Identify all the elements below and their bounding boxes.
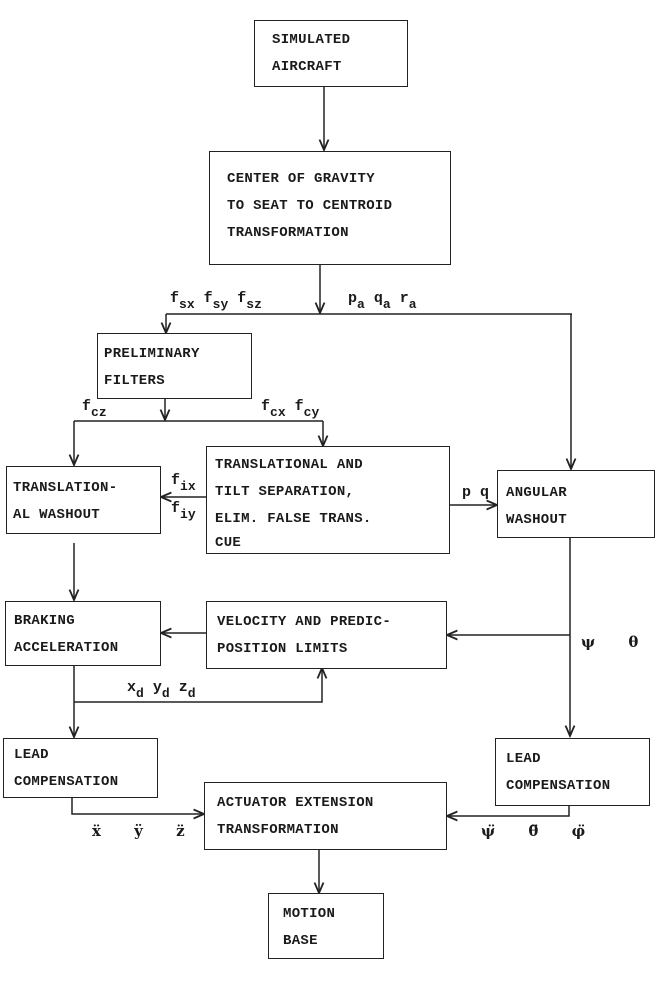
- block-motion-base: MOTION BASE: [268, 893, 384, 959]
- symbol: q: [373, 290, 383, 307]
- block-text: ANGULAR: [506, 485, 567, 501]
- symbol: r: [399, 290, 409, 307]
- subscript: sy: [212, 297, 229, 312]
- label-angular-rates: pa qa ra: [348, 290, 417, 312]
- block-text: ACTUATOR EXTENSION: [217, 795, 374, 811]
- block-actuator-extension: ACTUATOR EXTENSION TRANSFORMATION: [204, 782, 447, 850]
- symbol: f: [170, 290, 180, 307]
- label-angular-accel: ψ̈ θ̈ φ̈: [481, 822, 600, 840]
- subscript: ix: [180, 479, 196, 494]
- arrow-lead-left-to-actuator: [71, 797, 204, 814]
- symbol: y: [152, 679, 162, 696]
- block-text: CENTER OF GRAVITY: [227, 171, 375, 187]
- block-text: CUE: [215, 535, 242, 551]
- label-filtered-xy: fcx fcy: [261, 398, 319, 420]
- block-cg-transformation: CENTER OF GRAVITY TO SEAT TO CENTROID TR…: [209, 151, 451, 265]
- block-text: TRANSLATIONAL AND: [215, 457, 363, 473]
- block-text: BRAKING: [14, 613, 75, 629]
- block-tilt-separation: TRANSLATIONAL AND TILT SEPARATION, ELIM.…: [206, 446, 450, 554]
- subscript: a: [382, 297, 391, 312]
- block-text: FILTERS: [104, 373, 165, 389]
- block-lead-compensation-left: LEAD COMPENSATION: [3, 738, 158, 798]
- subscript: a: [357, 297, 365, 312]
- label-specific-forces: fsx fsy fsz: [170, 290, 262, 312]
- label-input-x: fix: [171, 472, 196, 494]
- symbol: p: [348, 290, 358, 307]
- subscript: cy: [303, 405, 320, 420]
- block-text: TRANSFORMATION: [217, 822, 339, 838]
- block-text: WASHOUT: [506, 512, 567, 528]
- label-pq: p q: [462, 484, 490, 501]
- block-text: MOTION: [283, 906, 336, 922]
- subscript: d: [187, 686, 196, 701]
- label-euler-angles: ψ θ φ: [581, 633, 672, 651]
- symbol: f: [171, 472, 181, 489]
- block-text: SIMULATED: [272, 32, 351, 48]
- block-text: LEAD: [14, 747, 49, 763]
- block-simulated-aircraft: SIMULATED AIRCRAFT: [254, 20, 408, 87]
- block-angular-washout: ANGULAR WASHOUT: [497, 470, 655, 538]
- block-text: ELIM. FALSE TRANS.: [215, 511, 372, 527]
- label-translational-accel: ẍ ÿ z̈: [92, 822, 199, 840]
- block-preliminary-filters: PRELIMINARY FILTERS: [97, 333, 252, 399]
- block-braking-acceleration: BRAKING ACCELERATION: [5, 601, 161, 666]
- block-text: TRANSLATION-: [13, 480, 118, 496]
- block-text: POSITION LIMITS: [217, 641, 348, 657]
- block-translational-washout: TRANSLATION- AL WASHOUT: [6, 466, 161, 534]
- block-text: TO SEAT TO CENTROID: [227, 198, 393, 214]
- block-text: LEAD: [506, 751, 541, 767]
- block-text: ACCELERATION: [14, 640, 119, 656]
- subscript: d: [161, 686, 170, 701]
- block-text: PRELIMINARY: [104, 346, 200, 362]
- subscript: a: [408, 297, 417, 312]
- block-text: VELOCITY AND PREDIC-: [217, 614, 392, 630]
- subscript: sx: [179, 297, 195, 312]
- block-text: COMPENSATION: [14, 774, 119, 790]
- block-lead-compensation-right: LEAD COMPENSATION: [495, 738, 650, 806]
- block-text: AL WASHOUT: [13, 507, 101, 523]
- subscript: cz: [91, 405, 107, 420]
- symbol: f: [203, 290, 213, 307]
- feedback-position-line: [74, 668, 322, 703]
- label-filtered-z: fcz: [82, 398, 107, 420]
- block-text: COMPENSATION: [506, 778, 611, 794]
- arrow-lead-right-to-actuator: [447, 806, 570, 816]
- block-text: TILT SEPARATION,: [215, 484, 355, 500]
- label-input-y: fiy: [171, 500, 196, 522]
- block-text: AIRCRAFT: [272, 59, 342, 75]
- block-velocity-position-limits: VELOCITY AND PREDIC- POSITION LIMITS: [206, 601, 447, 669]
- label-positions: xd yd zd: [127, 679, 196, 701]
- symbol: z: [178, 679, 188, 696]
- symbol: f: [82, 398, 92, 415]
- symbol: f: [261, 398, 271, 415]
- block-text: TRANSFORMATION: [227, 225, 349, 241]
- subscript: d: [136, 686, 144, 701]
- symbol: f: [294, 398, 304, 415]
- symbol: f: [237, 290, 247, 307]
- symbol: x: [127, 679, 137, 696]
- subscript: iy: [180, 507, 196, 522]
- subscript: cx: [270, 405, 286, 420]
- subscript: sz: [246, 297, 262, 312]
- block-text: BASE: [283, 933, 318, 949]
- symbol: f: [171, 500, 181, 517]
